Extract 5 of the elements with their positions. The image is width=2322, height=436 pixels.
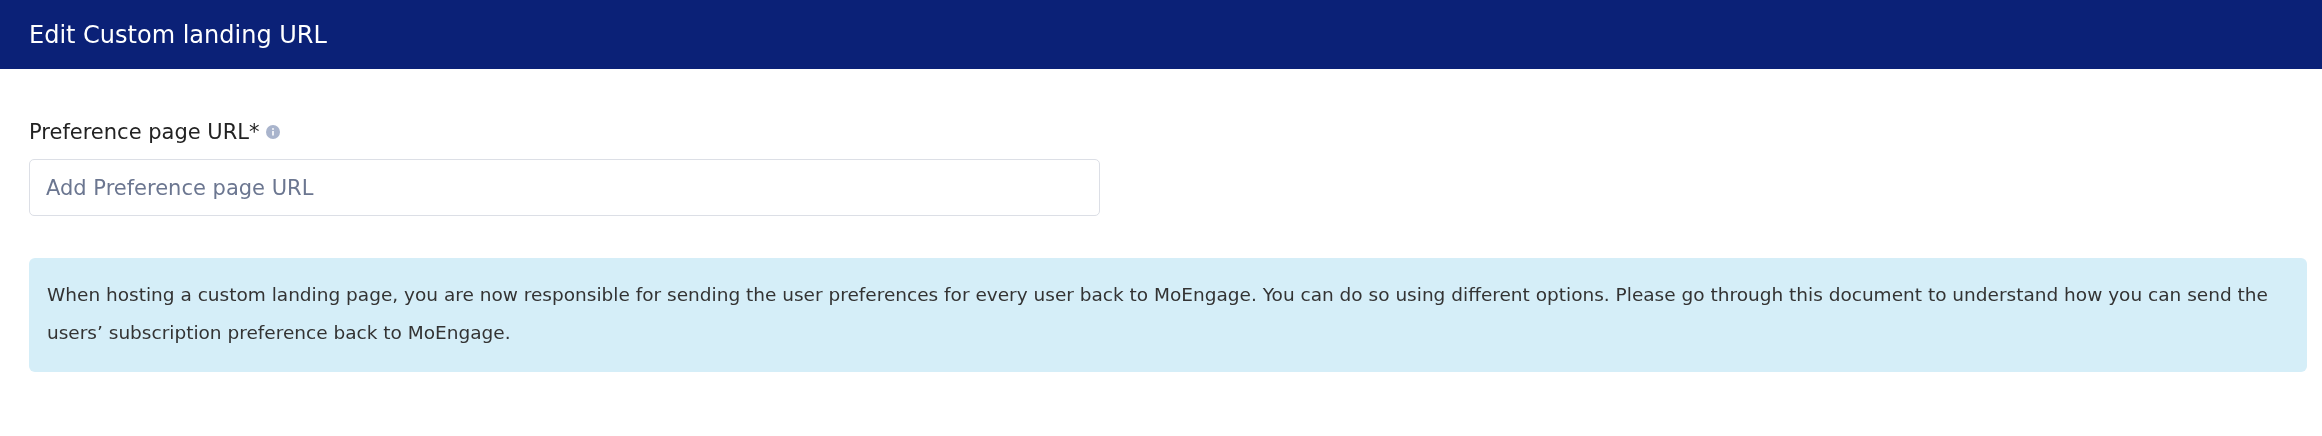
notice-text: When hosting a custom landing page, you are now responsible for sending the user preferences for every user back to MoEngage. You can do so using different options. Please go through this document to understand how you can send the users’ subscription preference back to MoEngage. bbox=[47, 284, 2268, 343]
info-icon[interactable] bbox=[265, 125, 280, 139]
url-input-field[interactable]: Add Preference page URL bbox=[29, 159, 1100, 216]
dialog-title: Edit Custom landing URL bbox=[29, 20, 327, 49]
field-label: Preference page URL* bbox=[29, 120, 260, 144]
